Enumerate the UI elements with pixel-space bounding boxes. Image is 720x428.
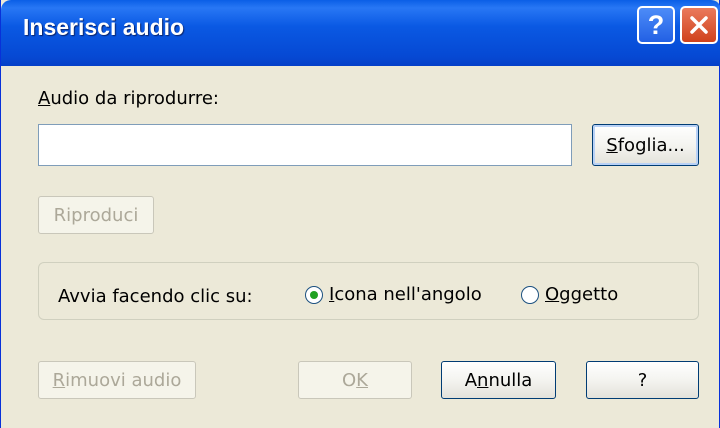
- radio-object-label: Oggetto: [545, 284, 619, 305]
- play-button[interactable]: Riproduci: [38, 196, 154, 234]
- radio-corner-icon-label: Icona nell'angolo: [329, 284, 482, 305]
- browse-button[interactable]: Sfoglia...: [592, 124, 699, 166]
- start-on-click-label: Avvia facendo clic su:: [58, 286, 253, 307]
- radio-selected-icon: [305, 285, 323, 304]
- audio-source-label: Audio da riprodurre:: [38, 88, 219, 109]
- title-close-button[interactable]: [680, 6, 718, 44]
- radio-corner-icon[interactable]: Icona nell'angolo: [305, 284, 482, 305]
- insert-audio-dialog: Inserisci audio ? Audio da riprodurre: S…: [0, 0, 720, 428]
- title-bar[interactable]: Inserisci audio ?: [1, 0, 720, 66]
- title-help-button[interactable]: ?: [637, 6, 675, 44]
- cancel-button[interactable]: An nulla: [441, 361, 556, 399]
- help-button[interactable]: ?: [586, 361, 699, 399]
- dialog-body: Audio da riprodurre: Sfoglia... Riproduc…: [1, 66, 720, 428]
- dialog-title: Inserisci audio: [23, 14, 185, 40]
- ok-button[interactable]: OK: [298, 361, 412, 399]
- help-icon: ?: [647, 9, 665, 40]
- remove-audio-button[interactable]: Rimuovi audio: [38, 361, 196, 399]
- radio-unselected-icon: [521, 285, 539, 304]
- radio-object[interactable]: Oggetto: [521, 284, 618, 305]
- audio-path-input[interactable]: [38, 124, 572, 166]
- close-icon: [690, 16, 708, 34]
